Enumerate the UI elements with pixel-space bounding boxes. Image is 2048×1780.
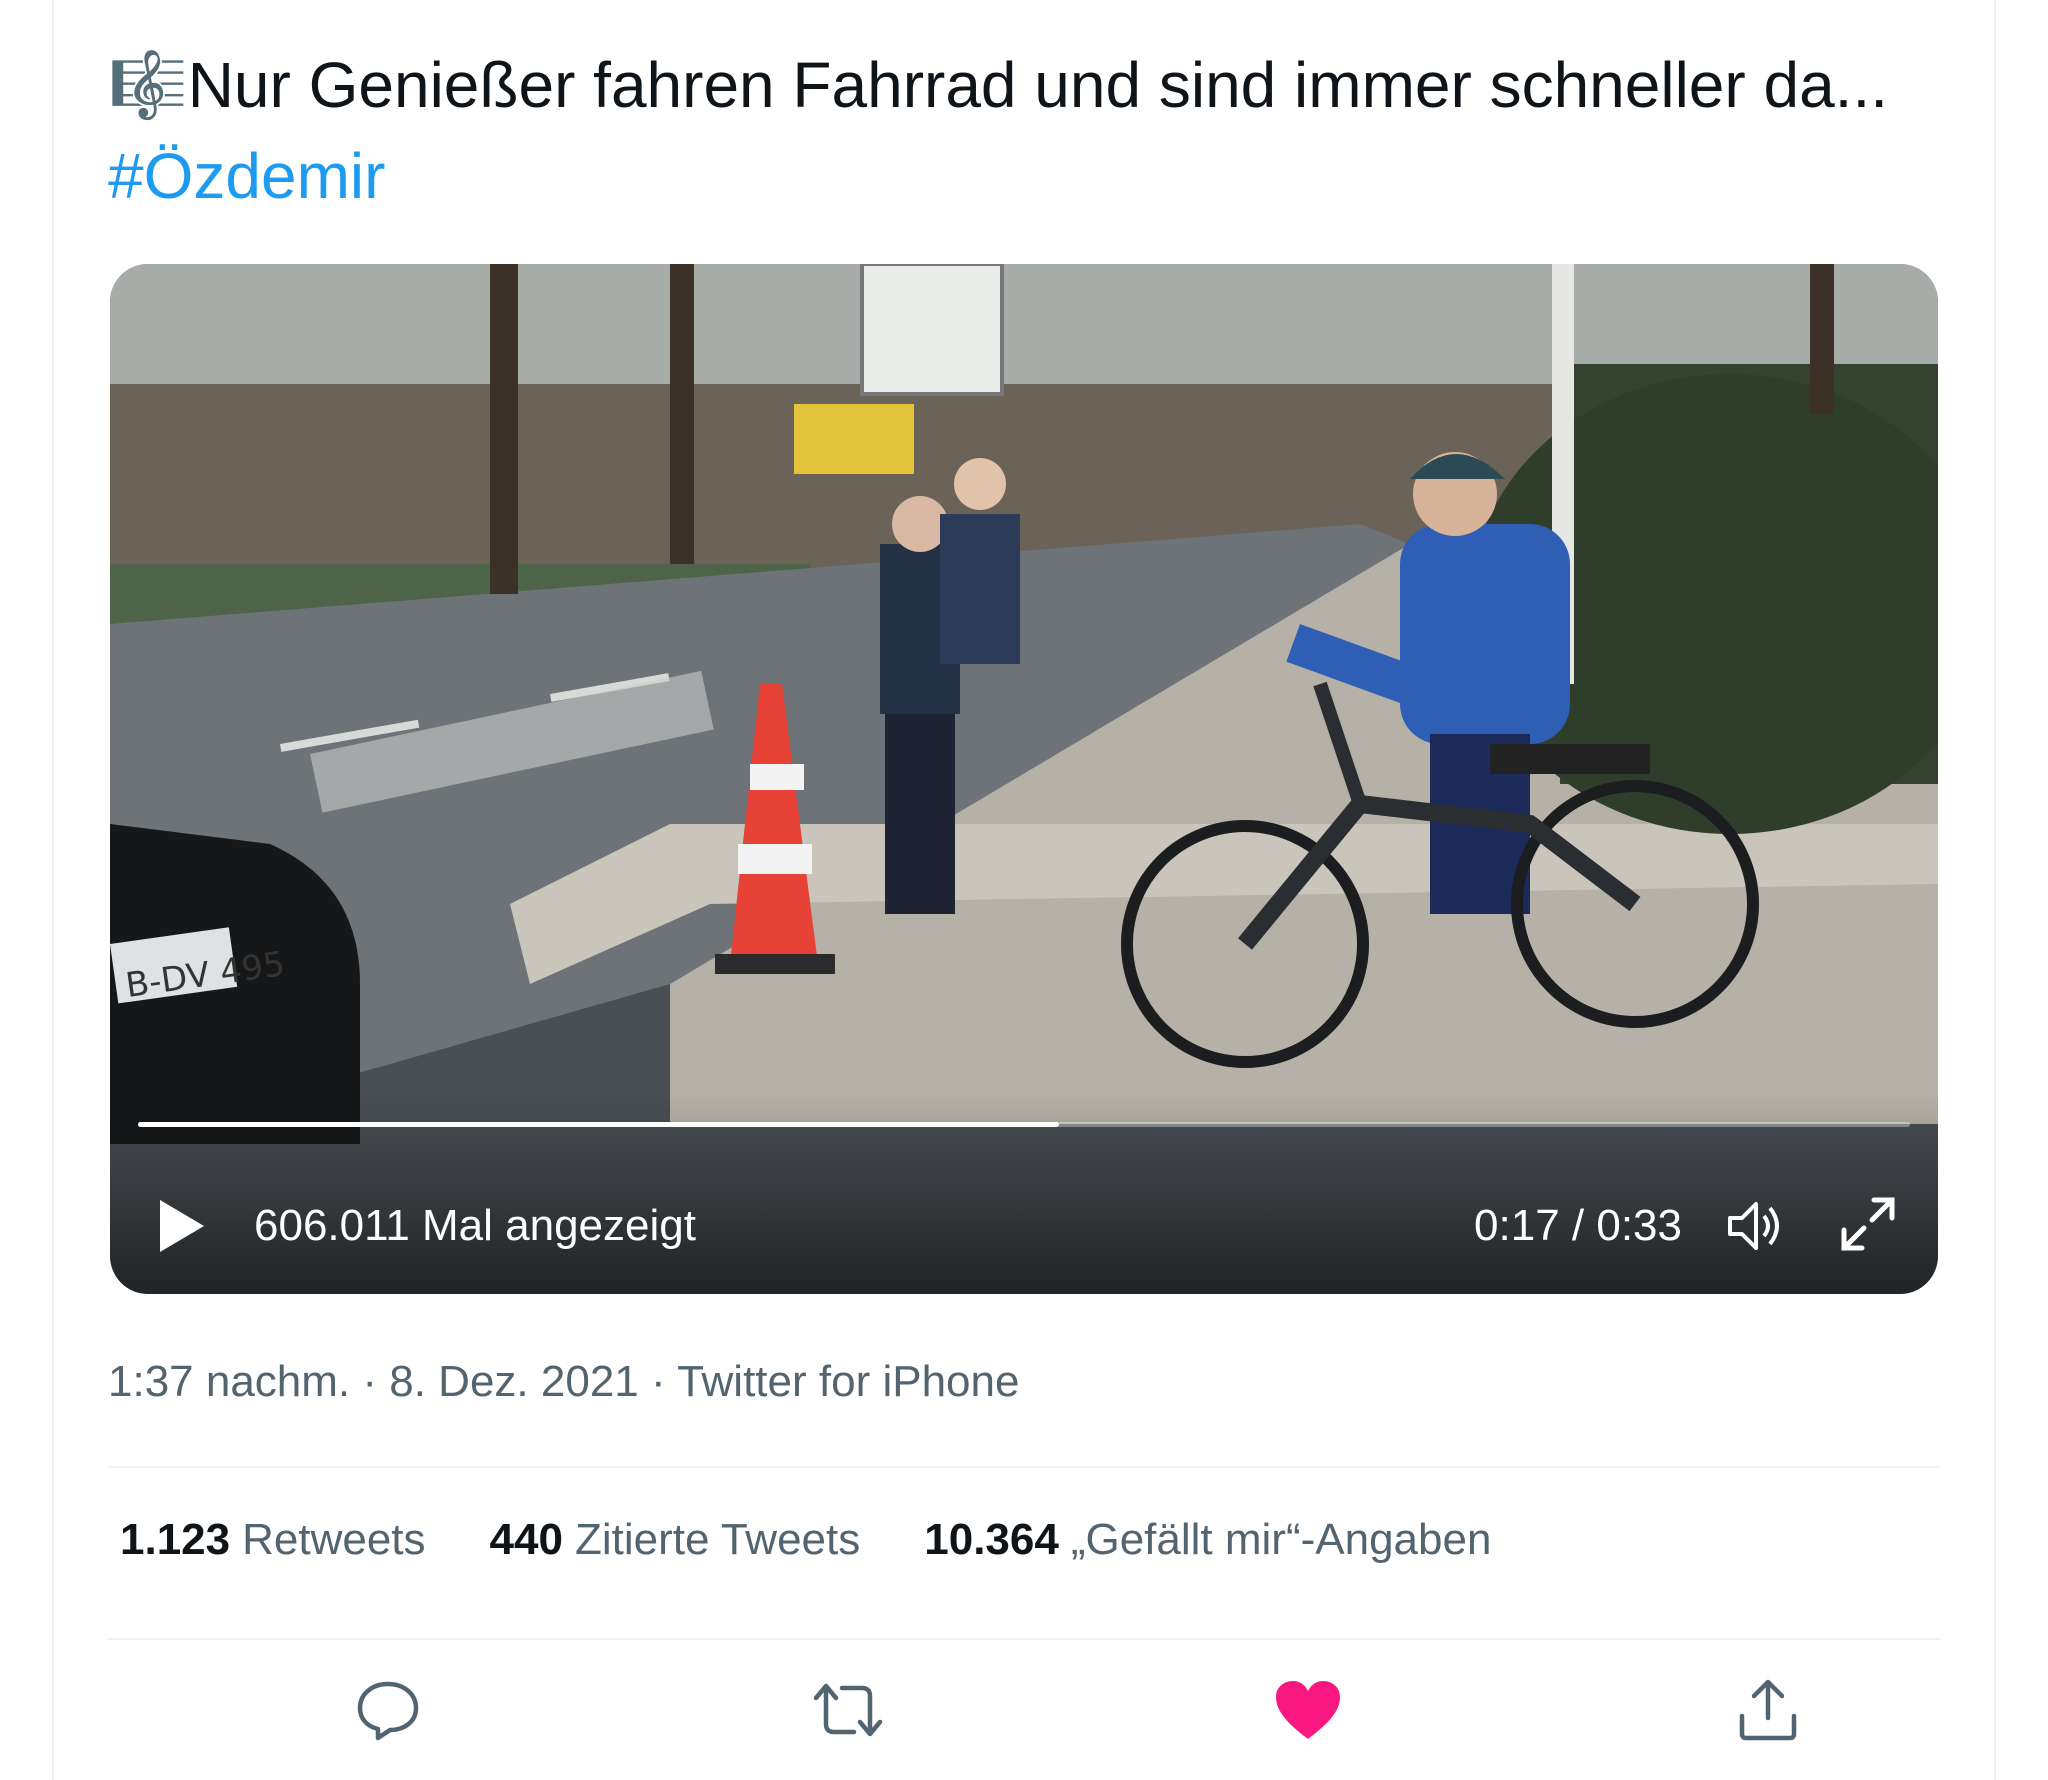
tweet-stats: 1.123 Retweets 440 Zitierte Tweets 10.364 „… [120,1508,1491,1572]
quotes-count: 440 [489,1515,563,1564]
tweet-card: 🎼Nur Genießer fahren Fahrrad und sind im… [52,0,1996,1780]
retweet-icon[interactable] [808,1670,888,1750]
tweet-meta: 1:37 nachm. · 8. Dez. 2021 · Twitter for… [108,1352,1019,1412]
like-icon[interactable] [1268,1670,1348,1750]
likes-count: 10.364 [924,1515,1059,1564]
quotes-stat[interactable]: 440 Zitierte Tweets [490,1508,861,1572]
divider [108,1638,1940,1640]
video-progress-bar[interactable] [138,1122,1910,1127]
tweet-source[interactable]: Twitter for iPhone [677,1357,1019,1406]
video-progress-fill [138,1122,1060,1127]
volume-icon[interactable] [1724,1194,1788,1258]
tweet-text: 🎼Nur Genießer fahren Fahrrad und sind im… [108,40,1908,221]
fullscreen-icon[interactable] [1834,1190,1902,1258]
video-player[interactable]: B-DV 495 606.011 Mal angezeigt 0:17 / 0:… [110,264,1938,1294]
divider [108,1466,1940,1468]
meta-separator: · [638,1357,678,1406]
play-icon[interactable] [156,1196,208,1256]
view-count: 606.011 Mal angezeigt [254,1201,696,1250]
tweet-actions [108,1660,1940,1760]
likes-stat[interactable]: 10.364 „Gefällt mir“-Angaben [924,1508,1491,1572]
hashtag-link[interactable]: #Özdemir [108,140,385,212]
likes-label: „Gefällt mir“-Angaben [1070,1515,1492,1564]
tweet-date[interactable]: 8. Dez. 2021 [389,1357,639,1406]
tweet-time[interactable]: 1:37 nachm. [108,1357,350,1406]
reply-icon[interactable] [348,1670,428,1750]
retweets-count: 1.123 [120,1515,231,1564]
retweets-stat[interactable]: 1.123 Retweets [120,1508,426,1572]
retweets-label: Retweets [242,1515,426,1564]
quotes-label: Zitierte Tweets [574,1515,861,1564]
music-score-emoji: 🎼 [108,49,188,123]
tweet-body: Nur Genießer fahren Fahrrad und sind imm… [187,49,1888,121]
share-icon[interactable] [1728,1670,1808,1750]
video-time: 0:17 / 0:33 [1474,1201,1682,1250]
meta-separator: · [350,1357,390,1406]
